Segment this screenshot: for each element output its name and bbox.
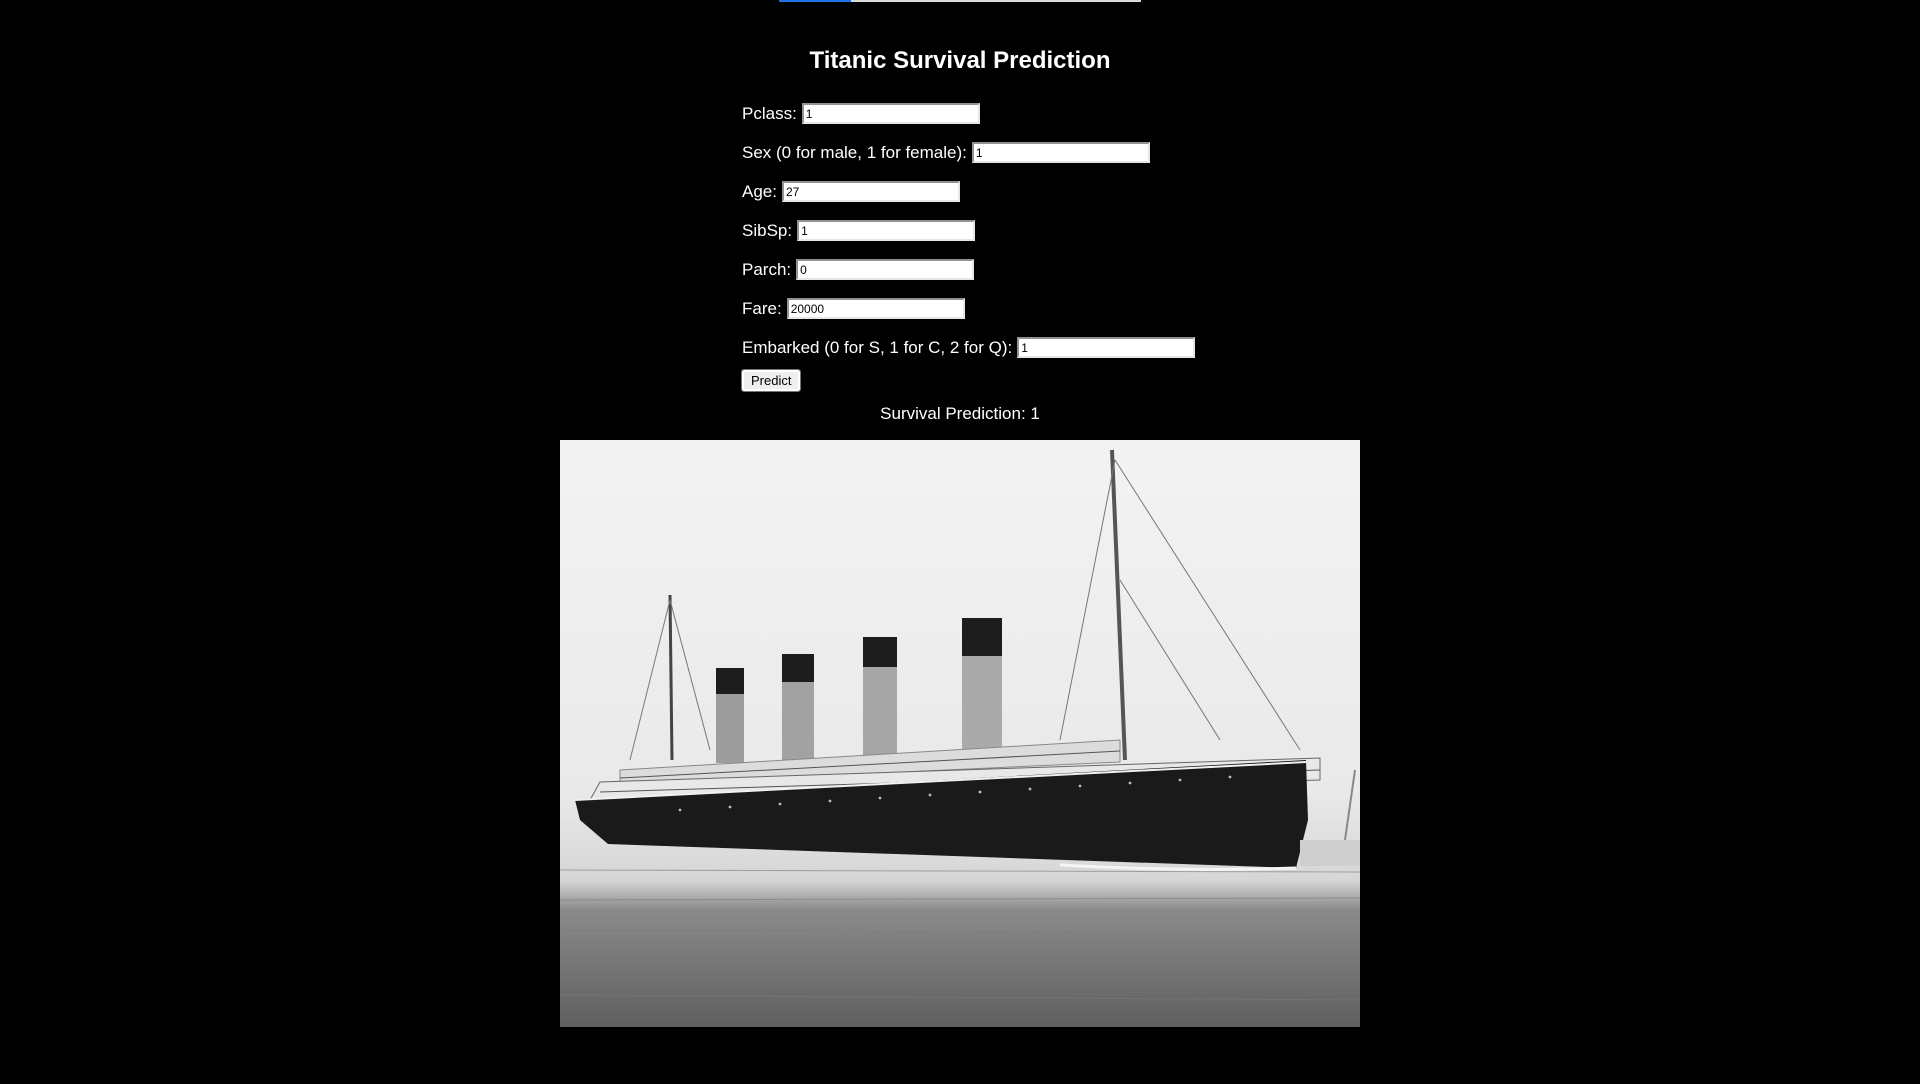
prediction-form: Pclass: Sex (0 for male, 1 for female): … [740,94,1196,392]
age-label: Age: [742,181,777,201]
form-row-sex: Sex (0 for male, 1 for female): [742,133,1195,172]
sex-input[interactable] [971,142,1150,163]
embarked-label: Embarked (0 for S, 1 for C, 2 for Q): [742,337,1013,357]
page-title: Titanic Survival Prediction [809,47,1111,74]
loading-progress-fill [779,0,852,2]
parch-input[interactable] [796,259,975,280]
form-row-sibsp: SibSp: [742,211,1195,250]
survival-prediction-result: Survival Prediction: 1 [880,404,1040,423]
sibsp-label: SibSp: [742,220,793,240]
ship-illustration [560,449,1360,1001]
fare-input[interactable] [786,298,965,319]
embarked-input[interactable] [1017,337,1196,358]
titanic-ship-photo [560,440,1360,1027]
form-row-fare: Fare: [742,289,1195,328]
predict-button[interactable]: Predict [740,369,802,392]
form-row-parch: Parch: [742,250,1195,289]
form-row-age: Age: [742,172,1195,211]
age-input[interactable] [781,181,960,202]
loading-progress-bar [779,0,1141,2]
pclass-label: Pclass: [742,103,797,123]
pclass-input[interactable] [801,103,980,124]
sibsp-input[interactable] [797,220,976,241]
fare-label: Fare: [742,298,782,318]
parch-label: Parch: [742,259,792,279]
form-row-pclass: Pclass: [742,94,1195,133]
sex-label: Sex (0 for male, 1 for female): [742,142,967,162]
form-row-embarked: Embarked (0 for S, 1 for C, 2 for Q): [742,328,1196,367]
